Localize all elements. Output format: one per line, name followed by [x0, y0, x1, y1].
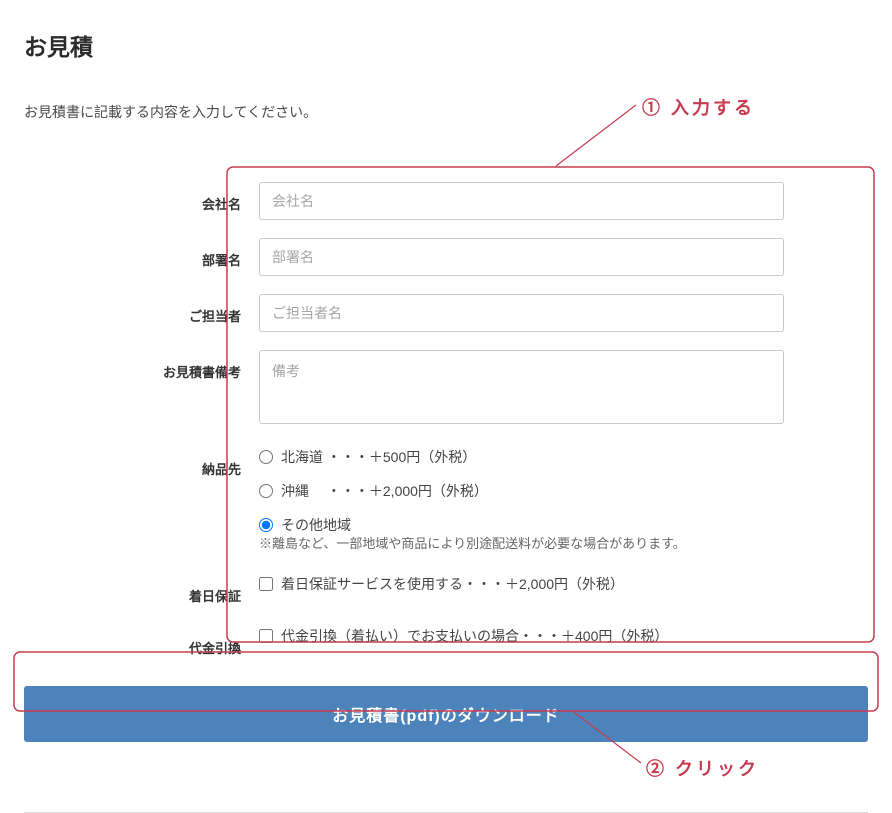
contact-label: ご担当者: [119, 294, 259, 325]
delivery-radio-hokkaido[interactable]: [259, 450, 273, 464]
delivery-label: 納品先: [119, 447, 259, 478]
department-input[interactable]: [259, 238, 784, 276]
arrival-guarantee-text: 着日保証サービスを使用する・・・＋2,000円（外税）: [281, 574, 624, 594]
delivery-option-other[interactable]: その他地域: [259, 515, 784, 535]
cod-text: 代金引換（着払い）でお支払いの場合・・・＋400円（外税）: [281, 626, 668, 646]
cod-option[interactable]: 代金引換（着払い）でお支払いの場合・・・＋400円（外税）: [259, 626, 784, 646]
cod-checkbox[interactable]: [259, 629, 273, 643]
annotation-step-1: ① 入力する: [642, 94, 755, 120]
quote-form: 会社名 部署名 ご担当者 お見積書備考 納品先: [119, 182, 784, 660]
department-label: 部署名: [119, 238, 259, 269]
arrival-guarantee-option[interactable]: 着日保証サービスを使用する・・・＋2,000円（外税）: [259, 574, 784, 594]
annotation-step-2: ② クリック: [646, 755, 759, 781]
page-title: お見積: [24, 28, 868, 62]
delivery-option-label: 北海道 ・・・＋500円（外税）: [281, 447, 476, 467]
delivery-option-hokkaido[interactable]: 北海道 ・・・＋500円（外税）: [259, 447, 784, 467]
delivery-note: ※離島など、一部地域や商品により別途配送料が必要な場合があります。: [259, 533, 784, 552]
remarks-label: お見積書備考: [119, 350, 259, 381]
contact-input[interactable]: [259, 294, 784, 332]
delivery-radio-other[interactable]: [259, 518, 273, 532]
remarks-textarea[interactable]: [259, 350, 784, 424]
delivery-radio-okinawa[interactable]: [259, 484, 273, 498]
delivery-option-label: 沖縄 ・・・＋2,000円（外税）: [281, 481, 488, 501]
arrival-guarantee-label: 着日保証: [119, 574, 259, 605]
delivery-option-okinawa[interactable]: 沖縄 ・・・＋2,000円（外税）: [259, 481, 784, 501]
company-label: 会社名: [119, 182, 259, 213]
company-input[interactable]: [259, 182, 784, 220]
cod-label: 代金引換: [119, 626, 259, 657]
arrival-guarantee-checkbox[interactable]: [259, 577, 273, 591]
download-quote-button[interactable]: お見積書(pdf)のダウンロード: [24, 686, 868, 742]
delivery-option-label: その他地域: [281, 515, 351, 535]
